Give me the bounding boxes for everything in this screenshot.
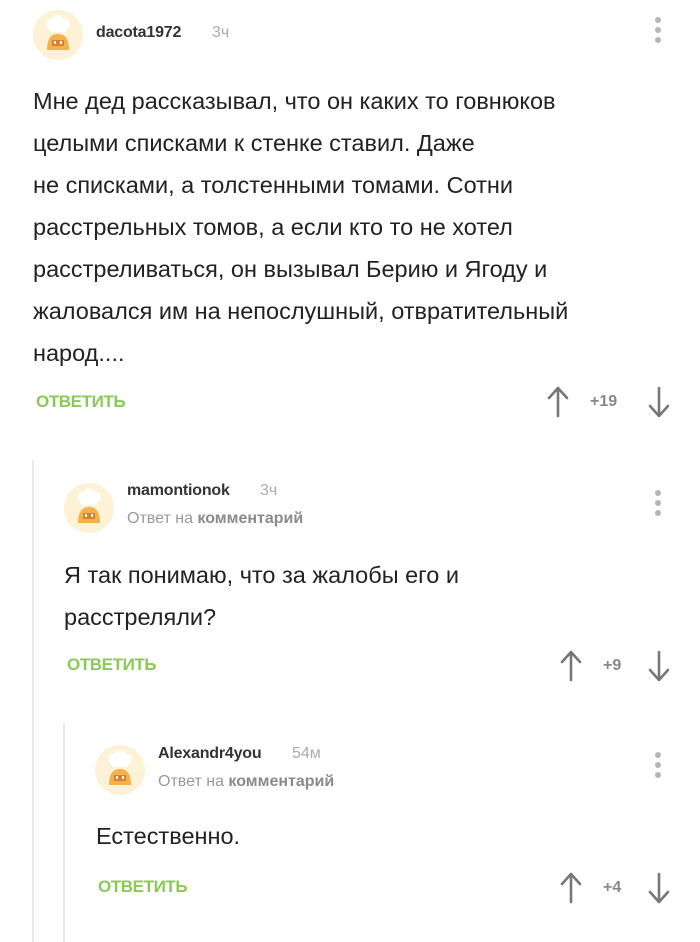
comment-text: Естественно. (96, 815, 656, 857)
arrow-down-icon[interactable] (646, 872, 672, 904)
rating-count: +4 (603, 879, 622, 896)
reply-button[interactable]: ОТВЕТИТЬ (98, 877, 188, 897)
comment-text-line: Естественно. (96, 823, 241, 849)
more-vertical-icon[interactable] (652, 752, 664, 786)
chef-hat-avatar-icon[interactable] (95, 745, 145, 795)
reply-to-prefix: Ответ на (158, 773, 224, 790)
comment-3: Alexandr4you 54м Ответ на комментарий Ес… (0, 0, 700, 942)
reply-to-target[interactable]: комментарий (228, 773, 334, 790)
arrow-up-icon[interactable] (558, 872, 584, 904)
reply-to-link[interactable]: Ответ на комментарий (158, 773, 334, 791)
comment-time: 54м (292, 745, 321, 762)
comment-username[interactable]: Alexandr4you (158, 745, 262, 763)
